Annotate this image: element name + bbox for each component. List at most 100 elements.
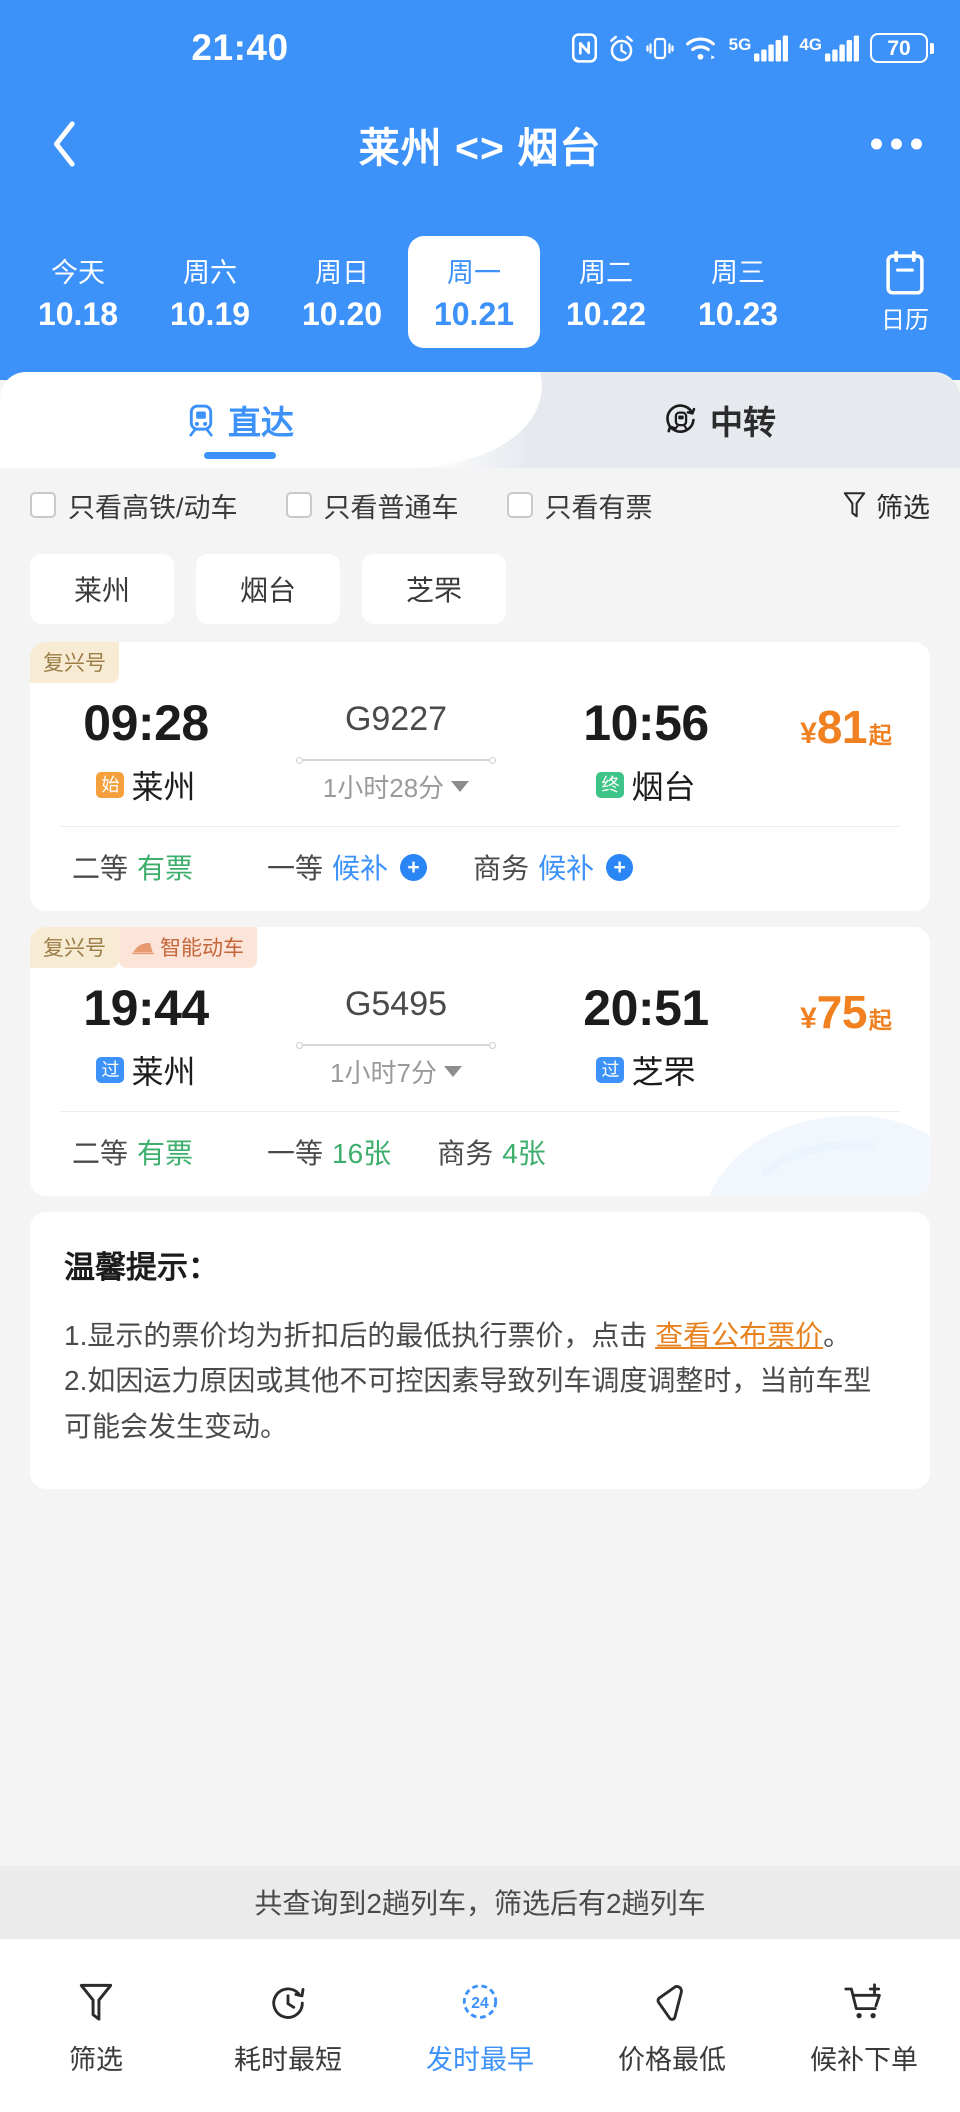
seat-class-business[interactable]: 商务 候补 + xyxy=(473,847,634,887)
arrive-station-badge: 终 xyxy=(596,771,625,799)
train-middle-column: G5495 1小时7分 xyxy=(262,979,530,1090)
price-amount: 81 xyxy=(816,701,868,753)
route-line xyxy=(296,1040,496,1049)
station-chip-0[interactable]: 莱州 xyxy=(30,554,174,624)
filter-button[interactable]: 筛选 xyxy=(842,486,930,525)
date-item-2[interactable]: 周日 10.20 xyxy=(276,236,408,348)
calendar-button[interactable]: 日历 xyxy=(850,236,960,348)
date-number: 10.21 xyxy=(433,296,515,332)
train-list: 复兴号 09:28 始 莱州 G9227 1小时28分 10:56 终 烟台 ¥… xyxy=(0,642,960,1196)
tips-panel: 温馨提示： 1.显示的票价均为折扣后的最低执行票价，点击 查看公布票价。 2.如… xyxy=(30,1212,930,1490)
depart-column: 09:28 始 莱州 xyxy=(30,694,262,808)
filter-label: 只看普通车 xyxy=(323,492,459,523)
more-options-button[interactable] xyxy=(871,138,922,150)
price-currency: ¥ xyxy=(800,1002,817,1035)
transfer-train-icon xyxy=(666,404,696,433)
bottom-tab-label: 耗时最短 xyxy=(234,2044,342,2075)
duration-expander[interactable]: 1小时28分 xyxy=(262,768,530,805)
view-published-price-link[interactable]: 查看公布票价 xyxy=(655,1320,823,1351)
smart-train-label: 智能动车 xyxy=(160,937,244,960)
wifi-icon xyxy=(685,36,715,60)
seat-class-first[interactable]: 一等 候补 + xyxy=(267,847,428,887)
battery-level-text: 70 xyxy=(887,36,911,60)
tips-paragraph-1: 1.显示的票价均为折扣后的最低执行票价，点击 查看公布票价。 xyxy=(64,1313,896,1358)
price-tag-icon xyxy=(656,1984,683,2021)
page-title: 莱州 <> 烟台 xyxy=(358,125,602,171)
date-item-5[interactable]: 周三 10.23 xyxy=(672,236,804,348)
date-number: 10.20 xyxy=(301,296,383,332)
network-4g-label: 4G xyxy=(799,34,822,54)
date-weekday: 周六 xyxy=(183,258,237,288)
tips-line1-end: 。 xyxy=(823,1320,852,1351)
chevron-down-icon xyxy=(443,1066,462,1077)
date-weekday: 周一 xyxy=(447,258,501,288)
arrive-time: 10:56 xyxy=(583,695,709,751)
train-tag-group: 复兴号 xyxy=(30,642,119,683)
tab-direct[interactable]: 直达 xyxy=(0,372,480,468)
bottom-tab-shortest-duration[interactable]: 耗时最短 xyxy=(192,1975,384,2077)
tips-title: 温馨提示： xyxy=(64,1250,219,1285)
seat-label: 商务 xyxy=(473,853,530,884)
filter-checkbox-normal-train[interactable]: 只看普通车 xyxy=(285,486,459,525)
bottom-tab-filter[interactable]: 筛选 xyxy=(0,1975,192,2077)
duration-text: 1小时28分 xyxy=(322,773,445,803)
seat-label: 一等 xyxy=(267,853,324,884)
network-5g-label: 5G xyxy=(728,34,752,54)
filter-checkbox-high-speed[interactable]: 只看高铁/动车 xyxy=(30,486,238,525)
seat-value: 有票 xyxy=(137,1138,194,1169)
more-dot xyxy=(871,138,882,150)
status-bar: 21:40 5G 4G 70 xyxy=(0,0,960,96)
calendar-label: 日历 xyxy=(881,307,929,334)
funnel-icon xyxy=(843,492,866,518)
checkbox-icon xyxy=(285,492,312,518)
waitlist-plus-icon[interactable]: + xyxy=(400,853,428,881)
route-line-bar xyxy=(301,1044,491,1046)
seat-class-first[interactable]: 一等 16张 xyxy=(267,1132,391,1172)
station-chip-2[interactable]: 芝罘 xyxy=(362,554,506,624)
seat-class-second[interactable]: 二等 有票 xyxy=(72,847,193,887)
filter-row: 只看高铁/动车 只看普通车 只看有票 筛选 xyxy=(0,468,960,542)
result-summary: 共查询到2趟列车，筛选后有2趟列车 xyxy=(0,1866,960,1938)
more-dot xyxy=(911,138,922,150)
train-card-0[interactable]: 复兴号 09:28 始 莱州 G9227 1小时28分 10:56 终 烟台 ¥… xyxy=(30,642,930,911)
date-weekday: 周二 xyxy=(579,258,633,288)
duration-expander[interactable]: 1小时7分 xyxy=(262,1053,530,1090)
tab-transfer[interactable]: 中转 xyxy=(480,372,960,468)
tab-transfer-label: 中转 xyxy=(710,404,776,441)
station-chip-1[interactable]: 烟台 xyxy=(196,554,340,624)
battery-icon: 70 xyxy=(870,33,934,63)
chevron-down-icon xyxy=(451,781,470,792)
trip-type-tabs: 直达 中转 xyxy=(0,372,960,468)
date-item-4[interactable]: 周二 10.22 xyxy=(540,236,672,348)
price-column: ¥ 75 起 xyxy=(762,979,930,1039)
bottom-tab-lowest-price[interactable]: 价格最低 xyxy=(576,1975,768,2077)
seat-class-second[interactable]: 二等 有票 xyxy=(72,1132,193,1172)
date-item-3-selected[interactable]: 周一 10.21 xyxy=(408,236,540,348)
checkbox-icon xyxy=(506,492,533,518)
bottom-tab-earliest-departure[interactable]: 24 发时最早 xyxy=(384,1975,576,2077)
smart-train-icon xyxy=(132,942,154,954)
depart-column: 19:44 过 莱州 xyxy=(30,979,262,1093)
seat-label: 二等 xyxy=(72,853,129,884)
seat-class-business[interactable]: 商务 4张 xyxy=(437,1132,546,1172)
route-line-bar xyxy=(301,759,491,761)
train-card-1[interactable]: 复兴号 智能动车 19:44 过 莱州 G5495 1小时7分 20:51 过 … xyxy=(30,927,930,1196)
waitlist-plus-icon[interactable]: + xyxy=(606,853,634,881)
date-scroll[interactable]: 今天 10.18 周六 10.19 周日 10.20 周一 10.21 周二 1… xyxy=(0,236,850,348)
train-front-icon xyxy=(189,404,213,437)
train-tag-fuxing: 复兴号 xyxy=(30,927,119,968)
route-dot-end xyxy=(489,756,496,764)
train-tag-fuxing: 复兴号 xyxy=(30,642,119,683)
depart-station-badge: 始 xyxy=(96,771,125,799)
depart-time: 19:44 xyxy=(83,980,209,1036)
date-item-1[interactable]: 周六 10.19 xyxy=(144,236,276,348)
seat-value: 候补 xyxy=(538,853,595,884)
date-number: 10.23 xyxy=(697,296,779,332)
bottom-tab-waitlist-order[interactable]: 候补下单 xyxy=(768,1975,960,2077)
seat-value: 4张 xyxy=(502,1138,546,1169)
train-number: G5495 xyxy=(344,985,448,1023)
date-item-0[interactable]: 今天 10.18 xyxy=(12,236,144,348)
arrive-station-name: 芝罘 xyxy=(631,1054,696,1090)
depart-time: 09:28 xyxy=(83,695,209,751)
filter-checkbox-has-tickets[interactable]: 只看有票 xyxy=(506,486,653,525)
